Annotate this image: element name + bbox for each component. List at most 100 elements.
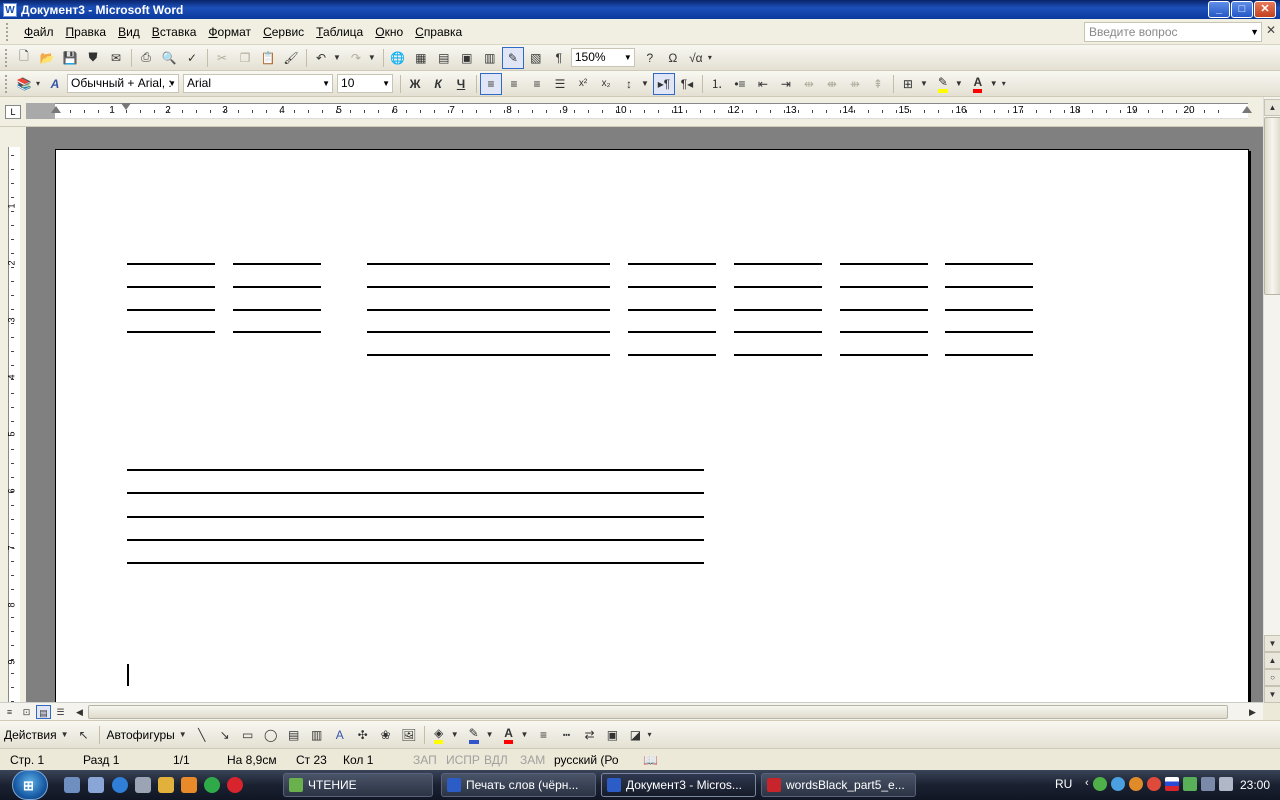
show-hide-icon[interactable]: ¶ — [548, 47, 570, 69]
bullets-icon[interactable]: •≡ — [729, 73, 751, 95]
toolbar-options-icon[interactable]: ▾ — [647, 730, 651, 739]
draw-font-color-icon[interactable]: A — [498, 724, 520, 746]
align-right-icon[interactable]: ≡ — [526, 73, 548, 95]
email-icon[interactable]: ✉ — [105, 47, 127, 69]
undo-icon[interactable]: ↶ — [310, 47, 332, 69]
task-button-pdf[interactable]: wordsBlack_part5_e... — [761, 773, 916, 797]
justify-icon[interactable]: ☰ — [549, 73, 571, 95]
new-document-icon[interactable]: 🗋 — [13, 47, 35, 69]
minimize-button[interactable]: _ — [1208, 1, 1230, 18]
status-overtype[interactable]: ЗАМ — [520, 753, 545, 767]
menu-tools[interactable]: Сервис — [257, 22, 310, 42]
wordart-icon[interactable]: A — [329, 724, 351, 746]
chevron-down-icon[interactable]: ▼ — [179, 730, 187, 739]
scroll-up-button[interactable]: ▲ — [1264, 99, 1280, 116]
cut-icon[interactable]: ✂ — [211, 47, 233, 69]
network-icon[interactable] — [1200, 777, 1215, 791]
tray-app-icon[interactable] — [1182, 777, 1197, 791]
permission-icon[interactable]: ⛊ — [82, 47, 104, 69]
word-app-icon[interactable]: W — [3, 2, 17, 17]
status-record[interactable]: ЗАП — [413, 753, 437, 767]
insert-table-icon[interactable]: ▤ — [433, 47, 455, 69]
line-color-icon[interactable]: ✎ — [463, 724, 485, 746]
tables-borders-icon[interactable]: ▦ — [410, 47, 432, 69]
menu-grip[interactable] — [6, 22, 12, 41]
asian-layout-icon[interactable]: ⇹ — [798, 73, 820, 95]
open-folder-icon[interactable]: 📂 — [36, 47, 58, 69]
print-icon[interactable]: ⎙ — [135, 47, 157, 69]
save-icon[interactable]: 💾 — [59, 47, 81, 69]
close-button[interactable]: ✕ — [1254, 1, 1276, 18]
symbol-icon[interactable]: Ω — [662, 47, 684, 69]
menu-insert[interactable]: Вставка — [146, 22, 203, 42]
start-button[interactable]: ⊞ — [12, 770, 48, 800]
italic-button[interactable]: К — [427, 73, 449, 95]
toolbar-options-icon[interactable]: ▾ — [1002, 79, 1006, 88]
menu-format[interactable]: Формат — [202, 22, 257, 42]
select-objects-icon[interactable]: ↖ — [73, 724, 95, 746]
internet-explorer-icon[interactable] — [112, 777, 128, 793]
drawing-icon[interactable]: ✎ — [501, 46, 524, 69]
menu-table[interactable]: Таблица — [310, 22, 369, 42]
web-view-icon[interactable]: ⊡ — [19, 705, 34, 719]
align-left-icon[interactable]: ≡ — [480, 72, 503, 95]
autoshapes-menu[interactable]: Автофигуры — [103, 728, 179, 742]
chevron-down-icon[interactable]: ▼ — [521, 730, 529, 739]
font-select[interactable]: Arial ▼ — [183, 74, 334, 93]
line-spacing-dropdown-icon[interactable]: ▼ — [641, 79, 649, 88]
research-icon[interactable]: 📚 — [13, 73, 35, 95]
menu-edit[interactable]: Правка — [60, 22, 113, 42]
tray-app-icon[interactable] — [1092, 777, 1107, 791]
scroll-right-button[interactable]: ▶ — [1245, 705, 1260, 719]
tab-selector[interactable]: L — [5, 105, 21, 119]
dash-style-icon[interactable]: ┅ — [555, 724, 577, 746]
columns-icon[interactable]: ▥ — [479, 47, 501, 69]
show-desktop-icon[interactable] — [64, 777, 80, 793]
right-indent-marker[interactable] — [1242, 106, 1252, 113]
diagram-icon[interactable]: ✣ — [352, 724, 374, 746]
help-icon[interactable]: ? — [639, 47, 661, 69]
insert-excel-icon[interactable]: ▣ — [456, 47, 478, 69]
chevron-down-icon[interactable]: ▼ — [451, 730, 459, 739]
style-select[interactable]: Обычный + Arial, : ▼ — [67, 74, 180, 93]
status-language[interactable]: русский (Ро — [554, 753, 619, 767]
arrow-style-icon[interactable]: ⇄ — [578, 724, 600, 746]
vertical-scroll-thumb[interactable] — [1264, 117, 1280, 295]
combine-characters-icon[interactable]: ⇞ — [867, 73, 889, 95]
underline-button[interactable]: Ч — [450, 73, 472, 95]
ltr-paragraph-icon[interactable]: ▸¶ — [652, 72, 675, 95]
3d-style-icon[interactable]: ◪ — [624, 724, 646, 746]
toolbar-grip[interactable] — [5, 74, 9, 93]
tray-expand-icon[interactable]: ‹ — [1085, 777, 1089, 791]
hyperlink-icon[interactable]: 🌐 — [387, 47, 409, 69]
decrease-indent-icon[interactable]: ⇤ — [752, 73, 774, 95]
zoom-select[interactable]: 150% ▼ — [570, 48, 635, 67]
task-button-reading[interactable]: ЧТЕНИЕ — [283, 773, 433, 797]
status-track[interactable]: ИСПР — [446, 753, 480, 767]
document-map-icon[interactable]: ▧ — [525, 47, 547, 69]
toolbar-grip[interactable] — [5, 48, 9, 67]
numbering-icon[interactable]: ⒈ — [706, 73, 728, 95]
menu-view[interactable]: Вид — [112, 22, 146, 42]
task-button-print-words[interactable]: Печать слов (чёрн... — [441, 773, 596, 797]
vertical-textbox-icon[interactable]: ▥ — [306, 724, 328, 746]
toolbar-options-icon[interactable]: ▾ — [36, 79, 40, 88]
maximize-button[interactable]: □ — [1231, 1, 1253, 18]
textbox-tool-icon[interactable]: ▤ — [283, 724, 305, 746]
shadow-style-icon[interactable]: ▣ — [601, 724, 623, 746]
increase-indent-icon[interactable]: ⇥ — [775, 73, 797, 95]
highlight-icon[interactable]: ✎ — [932, 73, 954, 95]
help-search-input[interactable]: Введите вопрос ▼ — [1084, 22, 1262, 42]
folder-icon[interactable] — [181, 777, 197, 793]
scroll-down-button[interactable]: ▼ — [1264, 635, 1280, 652]
vertical-scrollbar[interactable]: ▲ ▼ ▲ ○ ▼ — [1263, 97, 1280, 703]
document-area[interactable] — [26, 127, 1263, 702]
clipart-icon[interactable]: ❀ — [375, 724, 397, 746]
arrow-tool-icon[interactable]: ↘ — [214, 724, 236, 746]
font-size-select[interactable]: 10 ▼ — [337, 74, 394, 93]
menu-window[interactable]: Окно — [369, 22, 409, 42]
copy-icon[interactable]: ❐ — [234, 47, 256, 69]
paste-icon[interactable]: 📋 — [257, 47, 279, 69]
chevron-down-icon[interactable]: ▼ — [486, 730, 494, 739]
phonetic-guide-icon[interactable]: ⇼ — [821, 73, 843, 95]
